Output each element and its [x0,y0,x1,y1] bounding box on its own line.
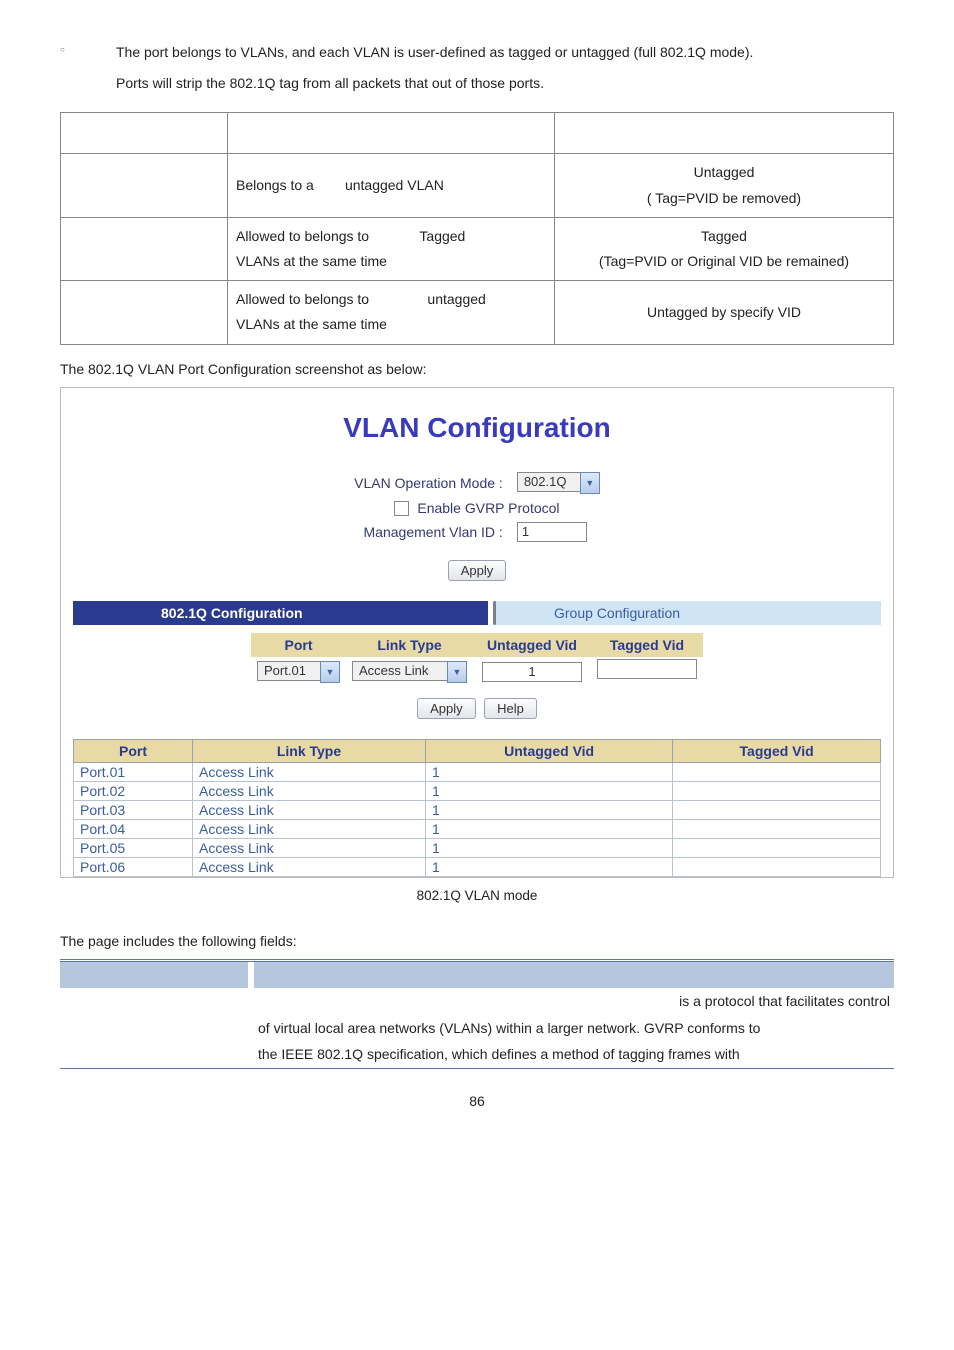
list-cell-link: Access Link [193,839,426,858]
list-cell-tvid [673,801,881,820]
vlan-form: VLAN Operation Mode : 802.1Q ▼ Enable GV… [346,468,608,547]
list-cell-tvid [673,763,881,782]
config-header-link: Link Type [346,633,473,657]
gvrp-label: Enable GVRP Protocol [417,500,559,516]
list-cell-port: Port.04 [74,820,193,839]
mode-row1-c2: Belongs to a untagged VLAN [228,154,555,217]
vlan-config-title: VLAN Configuration [73,412,881,444]
port-list-table: Port Link Type Untagged Vid Tagged Vid P… [73,739,881,877]
port-select[interactable]: Port.01 ▼ [257,661,340,683]
mode-row2-c3: Tagged (Tag=PVID or Original VID be rema… [555,217,894,280]
mgmt-label: Management Vlan ID : [348,520,509,544]
list-cell-port: Port.06 [74,858,193,877]
page-number: 86 [60,1093,894,1109]
tagged-vid-input[interactable] [597,659,697,679]
help-button[interactable]: Help [484,698,537,719]
config-header-tvid: Tagged Vid [591,633,703,657]
apply-button-top[interactable]: Apply [448,560,507,581]
mode-row1-c3: Untagged ( Tag=PVID be removed) [555,154,894,217]
list-cell-uvid: 1 [426,839,673,858]
fields-heading: The page includes the following fields: [60,933,894,949]
list-cell-port: Port.02 [74,782,193,801]
list-cell-tvid [673,858,881,877]
list-header-uvid: Untagged Vid [426,740,673,763]
mode-row1-c1 [61,154,228,217]
chevron-down-icon: ▼ [447,661,467,683]
tabs: 802.1Q Configuration Group Configuration [73,601,881,625]
config-header-uvid: Untagged Vid [473,633,591,657]
list-cell-port: Port.01 [74,763,193,782]
apply-button-config[interactable]: Apply [417,698,476,719]
mode-select[interactable]: 802.1Q ▼ [517,472,600,494]
mode-label: VLAN Operation Mode : [348,470,509,496]
list-cell-port: Port.03 [74,801,193,820]
list-cell-uvid: 1 [426,820,673,839]
mode-row2-c1 [61,217,228,280]
mode-row3-c2: Allowed to belongs to untagged VLANs at … [228,281,555,344]
chevron-down-icon: ▼ [580,472,600,494]
config-table: Port Link Type Untagged Vid Tagged Vid P… [251,633,703,686]
fields-table: is a protocol that facilitates control o… [60,959,894,1069]
config-header-port: Port [251,633,346,657]
mode-table: Belongs to a untagged VLAN Untagged ( Ta… [60,112,894,344]
mode-row3-c3: Untagged by specify VID [555,281,894,344]
list-cell-link: Access Link [193,858,426,877]
hybrid-bullet-icon: ○ [60,40,116,54]
section-heading: The 802.1Q VLAN Port Configuration scree… [60,361,894,377]
screenshot-container: VLAN Configuration VLAN Operation Mode :… [60,387,894,879]
list-cell-link: Access Link [193,801,426,820]
list-cell-link: Access Link [193,820,426,839]
mode-row3-c1 [61,281,228,344]
list-header-port: Port [74,740,193,763]
untagged-vid-input[interactable]: 1 [482,662,582,682]
list-cell-uvid: 1 [426,801,673,820]
list-header-link: Link Type [193,740,426,763]
list-cell-link: Access Link [193,782,426,801]
fields-desc-l3: the IEEE 802.1Q specification, which def… [254,1041,894,1068]
gvrp-checkbox[interactable] [394,501,409,516]
tab-group-config[interactable]: Group Configuration [494,601,881,625]
fields-desc-l1-tail: is a protocol that facilitates control [254,988,894,1015]
mgmt-vlan-input[interactable]: 1 [517,522,587,542]
list-cell-link: Access Link [193,763,426,782]
mode-row2-c2: Allowed to belongs to Tagged VLANs at th… [228,217,555,280]
link-type-select[interactable]: Access Link ▼ [352,661,467,683]
intro-line1: The port belongs to VLANs, and each VLAN… [116,40,894,65]
list-cell-tvid [673,820,881,839]
chevron-down-icon: ▼ [320,661,340,683]
list-cell-uvid: 1 [426,782,673,801]
list-header-tvid: Tagged Vid [673,740,881,763]
list-cell-port: Port.05 [74,839,193,858]
list-cell-uvid: 1 [426,763,673,782]
figure-caption: 802.1Q VLAN mode [60,888,894,903]
list-cell-uvid: 1 [426,858,673,877]
fields-desc-l2: of virtual local area networks (VLANs) w… [254,1015,894,1042]
list-cell-tvid [673,839,881,858]
list-cell-tvid [673,782,881,801]
tab-8021q-config[interactable]: 802.1Q Configuration [73,601,488,625]
intro-line2: Ports will strip the 802.1Q tag from all… [116,71,894,96]
